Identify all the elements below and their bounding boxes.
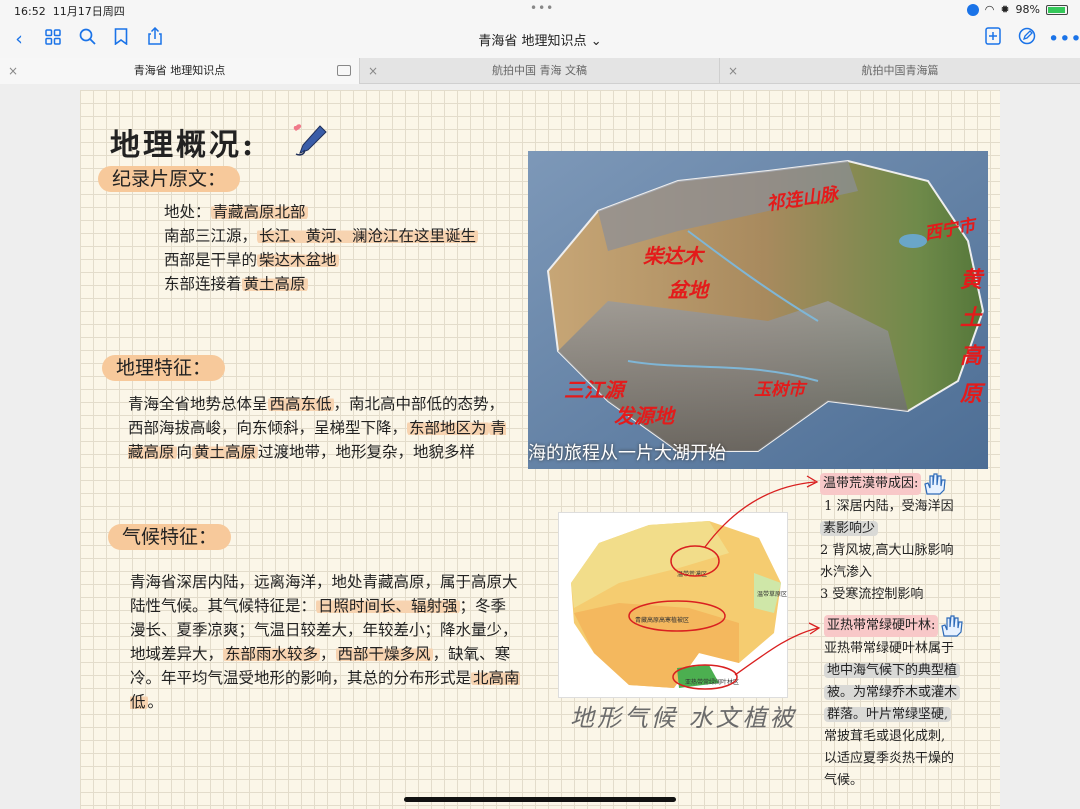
- note-page[interactable]: 地理概况: 纪录片原文： 地处： 青藏高原北部 南部三江源， 长江、黄河、澜沧江在这…: [80, 90, 1000, 809]
- status-right: ◠ ✹ 98%: [966, 3, 1068, 16]
- thumbnails-icon[interactable]: [40, 26, 66, 52]
- tab-bar: × 青海省 地理知识点 × 航拍中国 青海 文稿 × 航拍中国青海篇: [0, 58, 1080, 84]
- hand-icon: [941, 615, 964, 637]
- handwritten-caption: 地形气候 水文植被: [570, 704, 797, 732]
- focus-icon: ✹: [1000, 3, 1010, 16]
- tab-aerial-qinghai-episode[interactable]: × 航拍中国青海篇: [720, 58, 1080, 84]
- home-indicator[interactable]: [404, 797, 676, 802]
- add-page-icon[interactable]: [980, 26, 1006, 52]
- tab-qinghai-notes[interactable]: × 青海省 地理知识点: [0, 58, 360, 84]
- close-tab-icon[interactable]: ×: [728, 58, 738, 84]
- pen-tool-icon[interactable]: [1014, 26, 1040, 52]
- hand-icon: [924, 473, 947, 495]
- bookmark-icon[interactable]: [108, 26, 134, 52]
- subtropical-forest-note: 亚热带常绿硬叶林: 亚热带常绿硬叶林属于 地中海气候下的典型植 被。为常绿乔木或…: [824, 614, 1000, 792]
- wifi-icon: ◠: [984, 3, 995, 16]
- toolbar: ‹ 青海省 地理知识点 ⌄ •••: [0, 20, 1080, 58]
- document-title-button[interactable]: 青海省 地理知识点 ⌄: [478, 34, 601, 49]
- back-icon[interactable]: ‹: [6, 26, 32, 52]
- close-tab-icon[interactable]: ×: [368, 58, 378, 84]
- close-tab-icon[interactable]: ×: [8, 58, 18, 84]
- desert-note-title: 温带荒漠带成因:: [820, 473, 922, 495]
- desert-zone-note: 温带荒漠带成因: 1 深居内陆，受海洋因 素影响少 2 背风坡,高大山脉影响 水…: [820, 472, 998, 606]
- subtropical-note-title: 亚热带常绿硬叶林:: [824, 615, 939, 637]
- battery-icon: [1046, 4, 1068, 15]
- workspace: 地理概况: 纪录片原文： 地处： 青藏高原北部 南部三江源， 长江、黄河、澜沧江在这…: [0, 84, 1080, 809]
- multitasking-dots[interactable]: •••: [530, 1, 554, 15]
- battery-percent: 98%: [1015, 3, 1040, 16]
- split-view-icon[interactable]: [337, 65, 351, 76]
- status-bar: 16:52 11月17日周四 ••• ◠ ✹ 98%: [0, 0, 1080, 20]
- tab-aerial-qinghai-script[interactable]: × 航拍中国 青海 文稿: [360, 58, 720, 84]
- share-icon[interactable]: [142, 26, 168, 52]
- status-time: 16:52 11月17日周四: [14, 5, 125, 18]
- more-icon[interactable]: •••: [1048, 26, 1080, 52]
- mic-icon: [966, 3, 979, 16]
- search-icon[interactable]: [74, 26, 100, 52]
